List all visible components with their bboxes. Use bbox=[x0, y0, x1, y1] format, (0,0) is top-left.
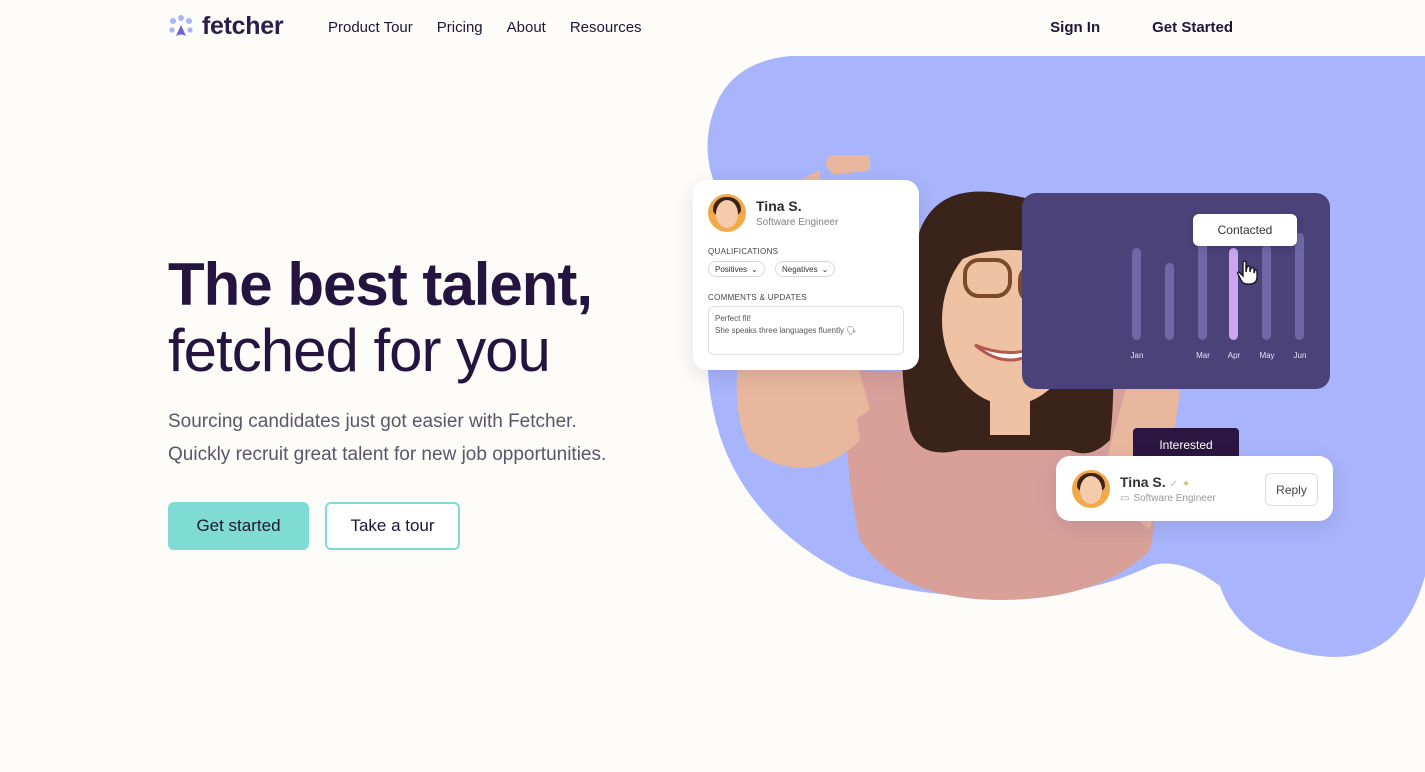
chart-month-label: Apr bbox=[1227, 351, 1241, 360]
hero-subtitle-line1: Sourcing candidates just got easier with… bbox=[168, 411, 577, 432]
take-a-tour-button[interactable]: Take a tour bbox=[325, 502, 460, 550]
hero-subtitle-line2: Quickly recruit great talent for new job… bbox=[168, 444, 607, 465]
nav-link-pricing[interactable]: Pricing bbox=[437, 19, 483, 36]
checkmark-icon: ✓ bbox=[1169, 479, 1178, 490]
candidate-avatar bbox=[708, 194, 746, 232]
nav-link-product-tour[interactable]: Product Tour bbox=[328, 19, 413, 36]
positives-dropdown[interactable]: Positives ⌄ bbox=[708, 261, 765, 277]
chevron-down-icon: ⌄ bbox=[821, 264, 829, 274]
nav-link-about[interactable]: About bbox=[507, 19, 546, 36]
contacted-tooltip: Contacted bbox=[1193, 214, 1297, 246]
folder-icon: ▭ bbox=[1120, 493, 1130, 504]
negatives-label: Negatives bbox=[782, 264, 818, 274]
nav-link-resources[interactable]: Resources bbox=[570, 19, 642, 36]
comment-line1: Perfect fit! bbox=[715, 314, 752, 323]
candidate-name-text: Tina S. bbox=[1120, 474, 1166, 490]
nav-links: Product Tour Pricing About Resources bbox=[328, 19, 642, 36]
chart-bar bbox=[1198, 233, 1207, 340]
candidate-avatar bbox=[1072, 470, 1110, 508]
candidate-role: ▭ Software Engineer bbox=[1120, 493, 1216, 504]
negatives-dropdown[interactable]: Negatives ⌄ bbox=[775, 261, 836, 277]
candidate-name: Tina S. bbox=[756, 198, 802, 214]
candidate-profile-card[interactable]: Tina S. Software Engineer QUALIFICATIONS… bbox=[693, 180, 919, 370]
qualifications-heading: QUALIFICATIONS bbox=[708, 247, 779, 256]
hero-subtitle: Sourcing candidates just got easier with… bbox=[168, 405, 668, 471]
candidate-role: Software Engineer bbox=[756, 217, 839, 228]
chart-month-label: Jan bbox=[1130, 351, 1144, 360]
chart-month-label: Mar bbox=[1196, 351, 1210, 360]
reply-button[interactable]: Reply bbox=[1265, 473, 1318, 506]
chart-bar bbox=[1295, 233, 1304, 340]
hero-title: The best talent, fetched for you bbox=[168, 251, 593, 384]
top-nav: fetcher Product Tour Pricing About Resou… bbox=[0, 0, 1425, 56]
paw-logo-icon bbox=[169, 14, 193, 36]
sparkle-icon: ✦ bbox=[1181, 479, 1191, 490]
chart-bar bbox=[1132, 248, 1141, 340]
hero-title-line1: The best talent, bbox=[168, 251, 593, 318]
chevron-down-icon: ⌄ bbox=[751, 264, 758, 274]
candidate-name: Tina S. ✓ ✦ bbox=[1120, 474, 1190, 490]
hand-cursor-icon bbox=[1237, 260, 1258, 285]
logo[interactable]: fetcher bbox=[168, 12, 284, 41]
comment-box[interactable]: Perfect fit! She speaks three languages … bbox=[708, 306, 904, 355]
chart-month-label: Jun bbox=[1293, 351, 1307, 360]
logo-text: fetcher bbox=[202, 12, 284, 40]
comments-heading: COMMENTS & UPDATES bbox=[708, 293, 808, 302]
candidate-role-text: Software Engineer bbox=[1133, 493, 1216, 504]
sign-in-link[interactable]: Sign In bbox=[1050, 19, 1100, 36]
nav-actions: Sign In Get Started bbox=[1050, 19, 1233, 36]
chart-bar bbox=[1262, 245, 1271, 340]
candidate-reply-card[interactable]: Tina S. ✓ ✦ ▭ Software Engineer Reply bbox=[1056, 456, 1333, 521]
chart-bar bbox=[1165, 263, 1174, 340]
get-started-button[interactable]: Get started bbox=[168, 502, 309, 550]
positives-label: Positives bbox=[715, 264, 748, 274]
hero-title-line2: fetched for you bbox=[168, 317, 551, 384]
get-started-link[interactable]: Get Started bbox=[1152, 19, 1233, 36]
chart-month-label: May bbox=[1259, 351, 1275, 360]
comment-line2: She speaks three languages fluently 🗣 bbox=[715, 326, 857, 335]
